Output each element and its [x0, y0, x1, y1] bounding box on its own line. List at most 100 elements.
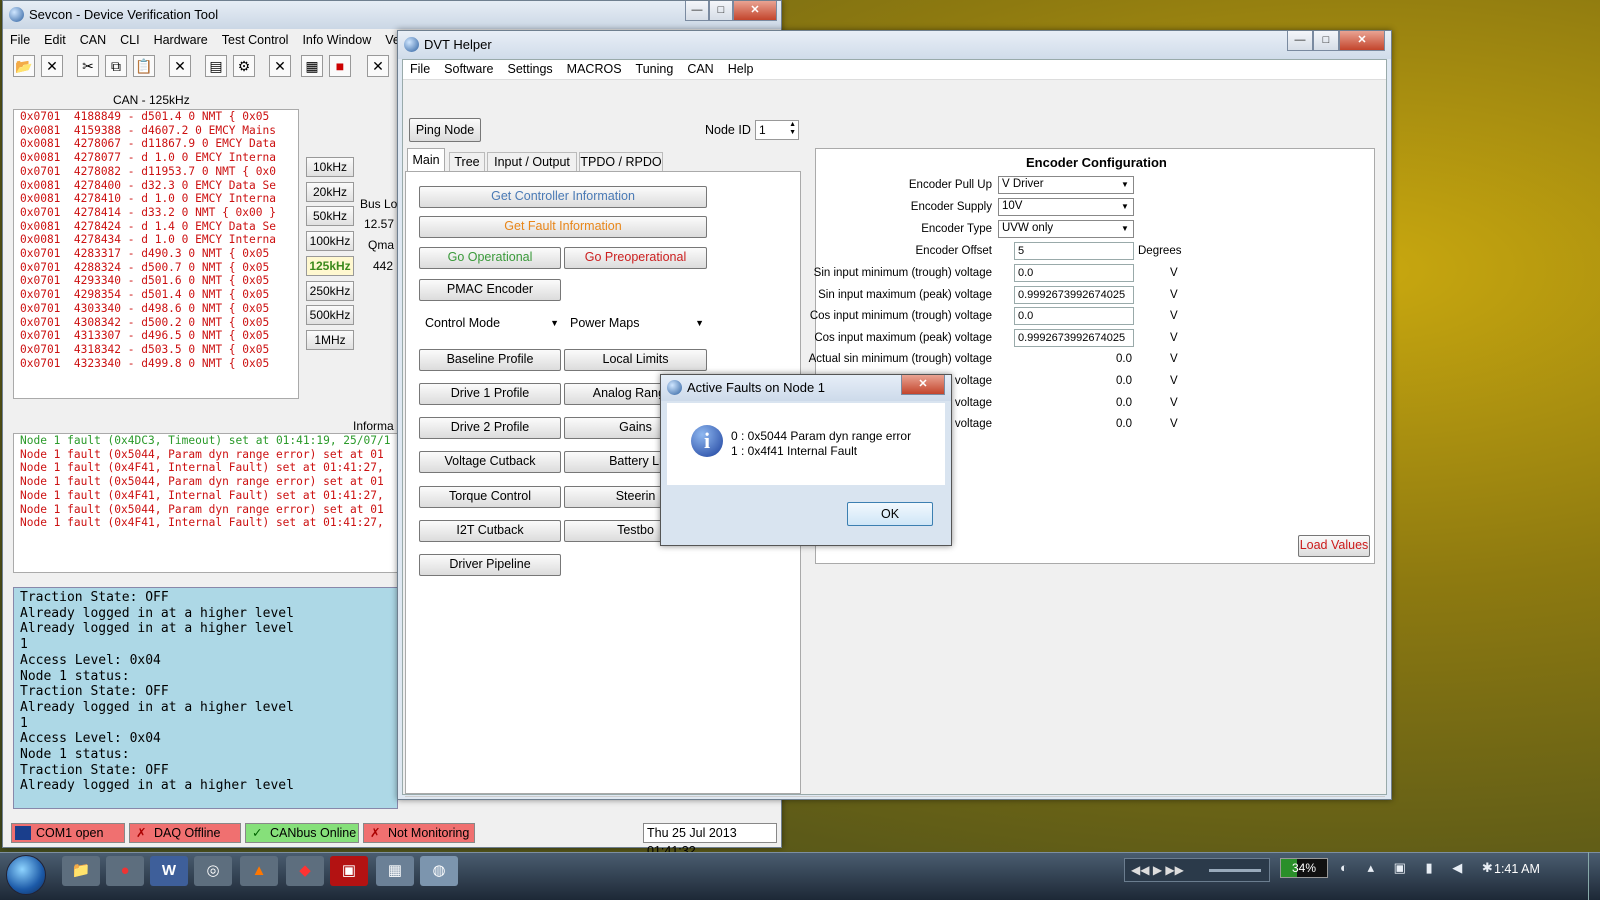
- encoder-pullup-select[interactable]: V Driver ▼: [998, 176, 1134, 194]
- control-mode-dropdown[interactable]: Control Mode ▼: [425, 316, 559, 330]
- encoder-row-input[interactable]: 0.0: [1014, 264, 1134, 282]
- encoder-row-input[interactable]: 0.9992673992674025: [1014, 328, 1134, 347]
- go-preoperational-button[interactable]: Go Preoperational: [564, 247, 707, 269]
- dvt-menu-tuning[interactable]: Tuning: [629, 60, 681, 78]
- info-title: Informa: [353, 419, 394, 433]
- dvt-menu-software[interactable]: Software: [437, 60, 500, 78]
- tab-main[interactable]: Main: [407, 148, 445, 172]
- drive2-profile-button[interactable]: Drive 2 Profile: [419, 417, 561, 439]
- can-log[interactable]: 0x0701 4188849 - d501.4 0 NMT { 0x05 0x00…: [13, 109, 299, 399]
- local-limits-button[interactable]: Local Limits: [564, 349, 707, 371]
- get-fault-info-button[interactable]: Get Fault Information: [419, 216, 707, 238]
- chrome-icon[interactable]: ●: [106, 856, 144, 886]
- battery-indicator[interactable]: 34%: [1280, 858, 1328, 878]
- dvt-taskbar-icon[interactable]: ▦: [376, 856, 414, 886]
- speed-button-100khz[interactable]: 100kHz: [306, 231, 354, 252]
- rewind-icon[interactable]: ◀◀: [1131, 863, 1149, 877]
- paste-icon[interactable]: 📋: [133, 55, 155, 77]
- encoder-pullup-value: V Driver: [1002, 178, 1044, 190]
- cli-output[interactable]: Traction State: OFF Already logged in at …: [13, 587, 398, 809]
- encoder-type-select[interactable]: UVW only ▼: [998, 220, 1134, 238]
- maximize-button[interactable]: □: [709, 1, 733, 21]
- encoder-supply-select[interactable]: 10V ▼: [998, 198, 1134, 216]
- speed-button-10khz[interactable]: 10kHz: [306, 157, 354, 177]
- explorer-icon[interactable]: 📁: [62, 856, 100, 886]
- speed-button-125khz[interactable]: 125kHz: [306, 255, 354, 276]
- dvt-maximize-button[interactable]: □: [1313, 31, 1339, 51]
- control-mode-label: Control Mode: [425, 316, 501, 330]
- dvt-menu-can[interactable]: CAN: [680, 60, 720, 78]
- voltage-cutback-button[interactable]: Voltage Cutback: [419, 451, 561, 473]
- get-controller-info-button[interactable]: Get Controller Information: [419, 186, 707, 208]
- settings-icon[interactable]: ⚙: [233, 55, 255, 77]
- dvt-close-button[interactable]: ✕: [1339, 31, 1385, 51]
- media-icon[interactable]: ◎: [194, 856, 232, 886]
- dvt-menu-help[interactable]: Help: [721, 60, 761, 78]
- exit-icon[interactable]: ✕: [367, 55, 389, 77]
- dialog-ok-button[interactable]: OK: [847, 502, 933, 526]
- encoder-offset-field[interactable]: 5: [1014, 242, 1134, 260]
- dvt-menu-macros[interactable]: MACROS: [560, 60, 629, 78]
- baseline-profile-button[interactable]: Baseline Profile: [419, 349, 561, 371]
- menu-info-window[interactable]: Info Window: [295, 31, 378, 49]
- start-button[interactable]: [6, 855, 46, 895]
- tab-tree[interactable]: Tree: [449, 152, 485, 172]
- speed-button-1mhz[interactable]: 1MHz: [306, 329, 354, 350]
- pdf-icon[interactable]: ■: [329, 55, 351, 77]
- word-icon[interactable]: W: [150, 856, 188, 886]
- node-id-spinner[interactable]: 1 ▲ ▼: [755, 120, 799, 140]
- go-operational-button[interactable]: Go Operational: [419, 247, 561, 269]
- close-button[interactable]: ✕: [733, 1, 777, 21]
- load-values-button[interactable]: Load Values: [1298, 535, 1370, 557]
- torque-control-button[interactable]: Torque Control: [419, 486, 561, 508]
- menu-hardware[interactable]: Hardware: [147, 31, 215, 49]
- power-maps-dropdown[interactable]: Power Maps ▼: [570, 316, 704, 330]
- encoder-row-input[interactable]: 0.9992673992674025: [1014, 285, 1134, 304]
- play-icon[interactable]: ▶: [1153, 863, 1162, 877]
- speed-button-250khz[interactable]: 250kHz: [306, 280, 354, 301]
- dvt-menu-settings[interactable]: Settings: [501, 60, 560, 78]
- tab-tpdo-rpdo[interactable]: TPDO / RPDO: [579, 152, 663, 172]
- menu-cli[interactable]: CLI: [113, 31, 146, 49]
- driver-pipeline-button[interactable]: Driver Pipeline: [419, 554, 561, 576]
- forward-icon[interactable]: ▶▶: [1165, 863, 1183, 877]
- drive1-profile-button[interactable]: Drive 1 Profile: [419, 383, 561, 405]
- menu-can[interactable]: CAN: [73, 31, 113, 49]
- show-desktop-button[interactable]: [1588, 852, 1600, 900]
- dvt-menu-file[interactable]: File: [403, 60, 437, 78]
- pmac-encoder-button[interactable]: PMAC Encoder: [419, 279, 561, 301]
- speed-button-500khz[interactable]: 500kHz: [306, 305, 354, 326]
- dialog-close-button[interactable]: ✕: [901, 375, 945, 395]
- close-file-icon[interactable]: ✕: [41, 55, 63, 77]
- i2t-cutback-button[interactable]: I2T Cutback: [419, 520, 561, 542]
- stop-icon[interactable]: ✕: [269, 55, 291, 77]
- acrobat-icon[interactable]: ◆: [286, 856, 324, 886]
- bus-load-label: Bus Lo: [360, 197, 398, 211]
- copy-icon[interactable]: ⧉: [105, 55, 127, 77]
- volume-slider[interactable]: [1209, 869, 1261, 872]
- menu-file[interactable]: File: [3, 31, 37, 49]
- cut-icon[interactable]: ✂: [77, 55, 99, 77]
- encoder-offset-label: Encoder Offset: [915, 245, 993, 257]
- ping-node-button[interactable]: Ping Node: [409, 118, 481, 142]
- chart-icon[interactable]: ▦: [301, 55, 323, 77]
- tray-icons[interactable]: ◐ ▴ ▣ ▮ ◀ ✱: [1340, 860, 1501, 876]
- matlab-icon[interactable]: ▲: [240, 856, 278, 886]
- minimize-button[interactable]: —: [685, 1, 709, 21]
- menu-test-control[interactable]: Test Control: [215, 31, 296, 49]
- tab-input-output[interactable]: Input / Output: [487, 152, 577, 172]
- encoder-row-input[interactable]: 0.0: [1014, 307, 1134, 326]
- menu-edit[interactable]: Edit: [37, 31, 73, 49]
- can-log-line: 0x0701 4323340 - d499.8 0 NMT { 0x05: [20, 356, 270, 370]
- pdf-icon[interactable]: ▣: [330, 856, 368, 886]
- dvt-minimize-button[interactable]: —: [1287, 31, 1313, 51]
- clock[interactable]: 1:41 AM: [1494, 862, 1540, 876]
- info-log[interactable]: Node 1 fault (0x4DC3, Timeout) set at 01…: [13, 433, 398, 573]
- dvt-helper-taskbar-icon[interactable]: ◍: [420, 856, 458, 886]
- clear-icon[interactable]: ✕: [169, 55, 191, 77]
- speed-button-50khz[interactable]: 50kHz: [306, 206, 354, 227]
- speed-button-20khz[interactable]: 20kHz: [306, 181, 354, 202]
- log-icon[interactable]: ▤: [205, 55, 227, 77]
- open-icon[interactable]: 📂: [13, 55, 35, 77]
- media-controls[interactable]: ◀◀ ▶ ▶▶: [1124, 858, 1270, 882]
